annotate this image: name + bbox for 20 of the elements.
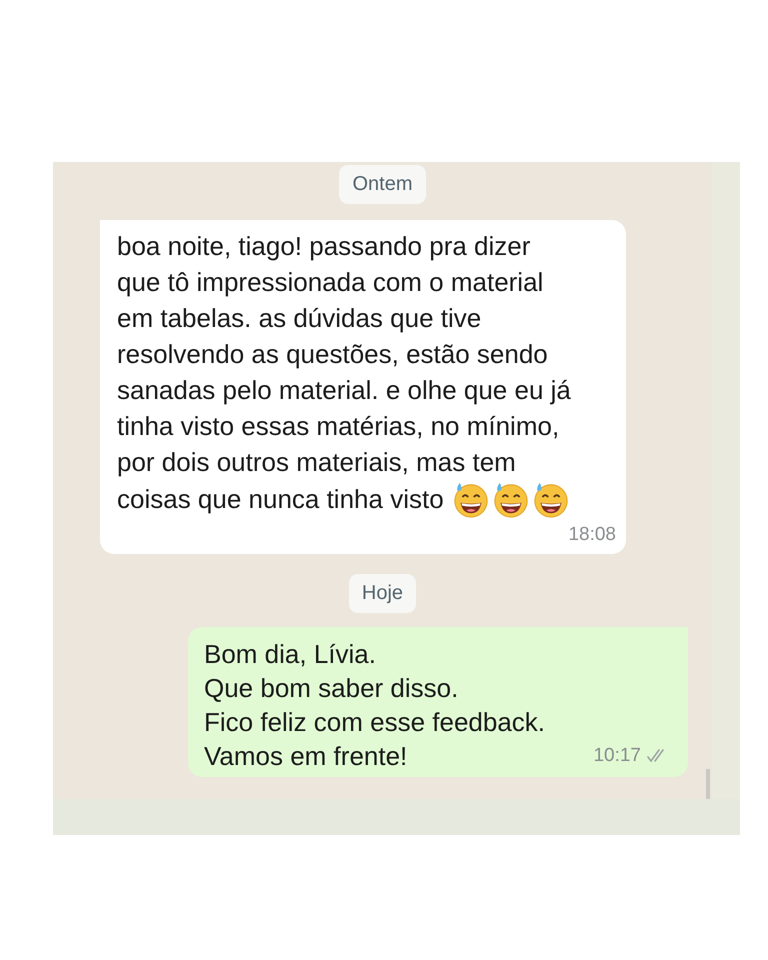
message-text: resolvendo as questões, estão sendo (117, 338, 548, 371)
message-text: por dois outros materiais, mas tem (117, 446, 516, 479)
message-text: sanadas pelo material. e olhe que eu já (117, 374, 571, 407)
message-text: Bom dia, Lívia. (204, 638, 376, 671)
message-text: tinha visto essas matérias, no mínimo, (117, 410, 560, 443)
message-time: 18:08 (568, 524, 616, 546)
message-text: Que bom saber disso. (204, 672, 458, 705)
laughing-face-icon (532, 480, 570, 518)
message-text: coisas que nunca tinha visto (117, 483, 444, 516)
message-text: que tô impressionada com o material (117, 266, 544, 299)
date-label: Ontem (339, 165, 426, 204)
date-label: Hoje (348, 574, 416, 613)
laughing-face-icon (492, 480, 530, 518)
message-time: 10:17 (593, 745, 641, 767)
message-text: Vamos em frente! (204, 740, 408, 773)
scrollbar-thumb[interactable] (706, 769, 710, 799)
message-text: em tabelas. as dúvidas que tive (117, 302, 482, 335)
laughing-face-icon (452, 480, 490, 518)
message-text: boa noite, tiago! passando pra dizer (117, 230, 530, 263)
message-text: Fico feliz com esse feedback. (204, 706, 546, 739)
